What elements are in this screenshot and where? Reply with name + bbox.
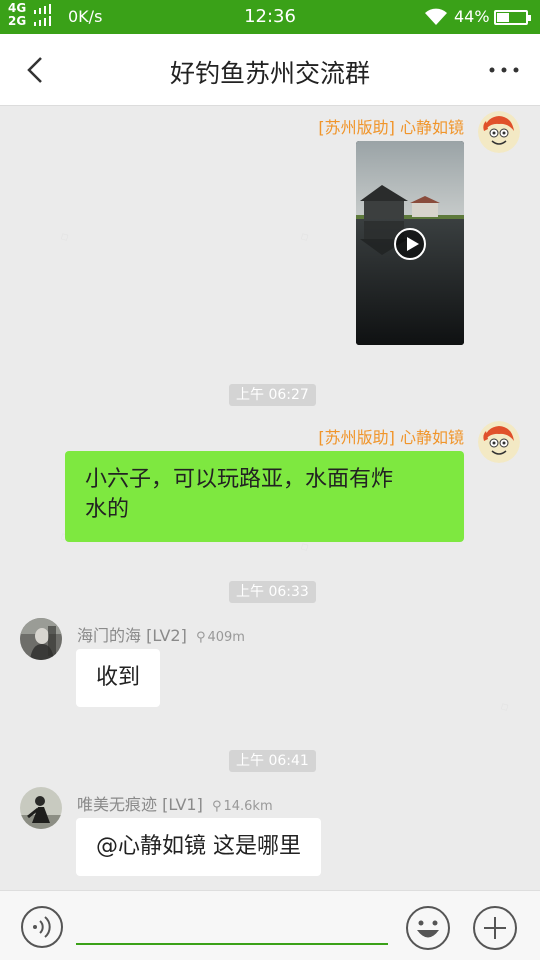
more-dots-icon[interactable] [486,52,522,88]
cartoon-avatar-icon [478,111,520,153]
message-input[interactable] [76,905,388,945]
cartoon-avatar-icon [478,421,520,463]
message-text: @心静如镜 这是哪里 [96,834,301,859]
time-divider: 上午 06:41 [229,750,316,772]
message-sender: [苏州版助] 心静如镜 [318,118,464,137]
message-sender-row: 唯美无痕迹 [LV1] ⚲ 14.6km [77,791,273,815]
battery-fill [497,13,510,22]
photo-avatar-icon [20,787,62,829]
watermark-mark: ◇ [57,229,71,244]
watermark-mark: ◇ [497,699,511,714]
time-divider: 上午 06:33 [229,581,316,603]
location-pin-icon: ⚲ [195,630,206,645]
chat-header: 好钓鱼苏州交流群 [0,34,540,106]
sender-distance: 14.6km [223,799,273,814]
message-sender-row: 海门的海 [LV2] ⚲ 409m [77,622,245,646]
message-bubble[interactable]: 收到 [76,649,161,707]
battery-icon [494,10,531,25]
play-icon[interactable] [394,228,426,260]
time-divider: 上午 06:27 [229,384,316,406]
avatar[interactable] [20,787,62,829]
emoji-icon[interactable] [405,905,451,951]
sender-distance: 409m [207,630,245,645]
photo-avatar-icon [20,618,62,660]
message-sender: [苏州版助] 心静如镜 [318,428,464,447]
message-text: 收到 [96,665,141,690]
status-bar: 4G 2G 0K/s 12:36 44% [0,0,540,34]
page-title: 好钓鱼苏州交流群 [169,59,370,88]
message-bubble[interactable]: 小六子，可以玩路亚，水面有炸 水的 [65,451,464,542]
message-bubble[interactable]: @心静如镜 这是哪里 [76,818,321,876]
video-message[interactable] [356,141,464,345]
watermark-mark: ◇ [297,229,311,244]
message-text-line: 水的 [85,497,130,522]
voice-icon[interactable] [20,905,64,949]
avatar[interactable] [478,111,520,153]
location-pin-icon: ⚲ [211,799,222,814]
wifi-icon [425,8,447,25]
plus-icon[interactable] [472,905,518,951]
message-sender: 海门的海 [LV2] [77,626,187,645]
message-sender: 唯美无痕迹 [LV1] [77,795,203,814]
battery-percent: 44% [454,7,490,26]
input-bar [0,890,540,960]
message-text-line: 小六子，可以玩路亚，水面有炸 [85,467,394,492]
avatar[interactable] [20,618,62,660]
avatar[interactable] [478,421,520,463]
